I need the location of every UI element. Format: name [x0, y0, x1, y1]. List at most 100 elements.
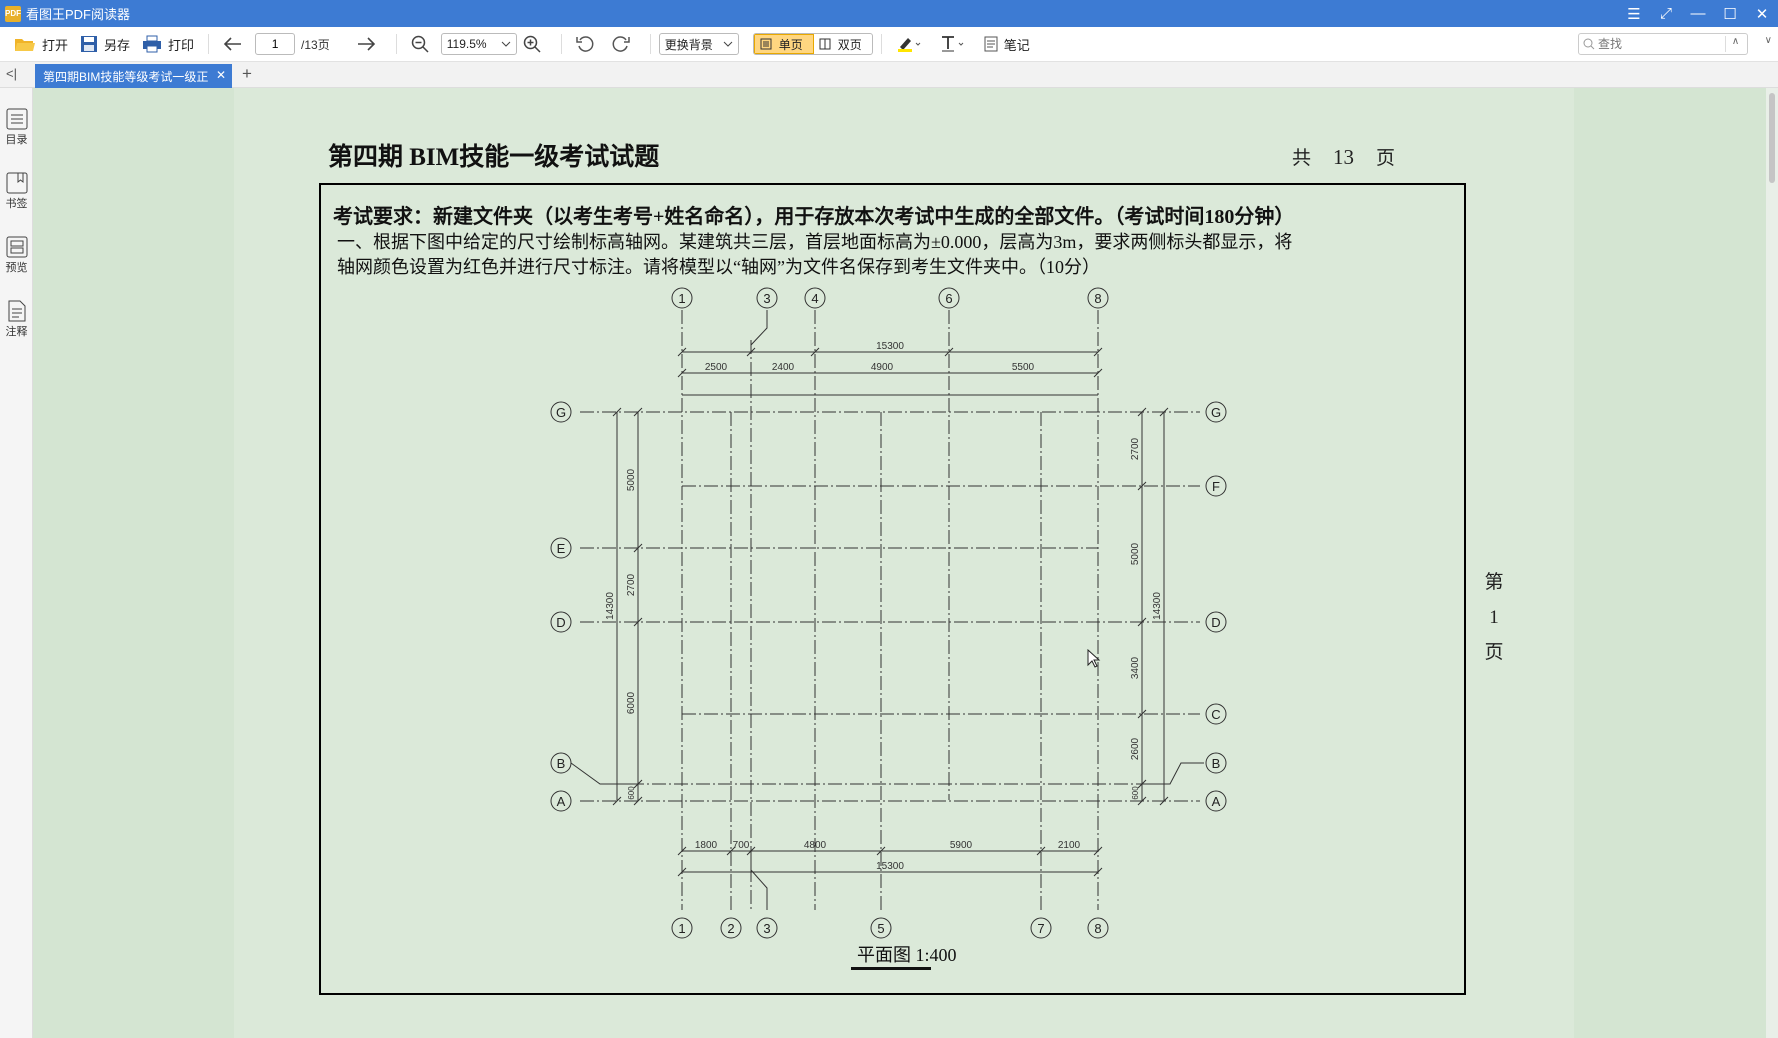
background-label: 更换背景 [664, 37, 713, 52]
highlight-button[interactable] [890, 30, 934, 58]
axis-label: 2 [727, 921, 734, 936]
toolbar-divider [880, 34, 882, 54]
axis-label: G [1211, 405, 1221, 420]
dimension-text: 600 [627, 786, 636, 800]
annotation-icon [8, 300, 25, 322]
toolbar-divider [649, 34, 651, 54]
search-input[interactable] [1598, 37, 1728, 51]
axis-label: 8 [1094, 291, 1101, 306]
sidebar-item-preview[interactable]: 预览 [0, 236, 33, 275]
axis-label: C [1211, 707, 1220, 722]
zoom-out-button[interactable] [405, 30, 441, 58]
dimension-text: 2500 [705, 362, 728, 373]
fullscreen-icon[interactable]: ⤢ [1650, 0, 1682, 27]
dimension-text: 600 [1131, 786, 1140, 800]
text-tool-button[interactable] [934, 30, 978, 58]
sidebar-item-toc[interactable]: 目录 [0, 108, 33, 147]
dimension-text: 2100 [1058, 840, 1081, 851]
single-page-icon [760, 38, 772, 50]
collapse-sidebar-button[interactable]: <| [6, 66, 17, 81]
close-button[interactable]: ✕ [1746, 0, 1778, 27]
list-icon [6, 108, 27, 130]
note-icon [984, 36, 998, 52]
search-prev-button[interactable]: ∧ [1725, 36, 1745, 52]
axis-label: F [1212, 479, 1220, 494]
next-page-button[interactable] [350, 30, 388, 58]
dimension-text: 5900 [950, 840, 973, 851]
menu-icon[interactable]: ☰ [1618, 0, 1650, 27]
save-as-label: 另存 [104, 37, 131, 53]
dimension-text: 15300 [876, 341, 904, 352]
dimension-text: 4800 [804, 840, 827, 851]
single-page-button[interactable]: 单页 [753, 34, 814, 54]
double-page-button[interactable]: 双页 [814, 34, 872, 54]
chevron-down-icon [501, 41, 511, 47]
print-label: 打印 [168, 37, 195, 53]
page-number-input[interactable] [255, 33, 296, 55]
dimension-text: 1800 [695, 840, 718, 851]
rotate-right-button[interactable] [606, 30, 642, 58]
tab-bar: <| 第四期BIM技能等级考试一级正 ✕ + [0, 62, 1778, 88]
title-bar: PDF 看图王PDF阅读器 ☰ ⤢ — ☐ ✕ [0, 0, 1778, 27]
axis-label: D [1211, 615, 1220, 630]
new-tab-button[interactable]: + [242, 64, 252, 84]
axis-label: 4 [811, 291, 818, 306]
floor-plan-drawing: 1 3 4 6 8 1 2 3 5 7 8 G E D B A G F D C … [550, 287, 1227, 939]
axis-label: G [556, 405, 566, 420]
page-number-prefix: 第 [1484, 572, 1504, 593]
printer-icon [143, 35, 162, 53]
axis-label: 6 [945, 291, 952, 306]
caption-underline [851, 967, 931, 970]
app-title: 看图王PDF阅读器 [26, 7, 131, 22]
tab-close-icon[interactable]: ✕ [216, 68, 226, 82]
search-icon [1583, 38, 1595, 50]
note-button[interactable]: 笔记 [978, 30, 1036, 58]
double-page-icon [819, 38, 831, 50]
dimension-text: 14300 [605, 592, 616, 620]
dimension-text: 2700 [1130, 437, 1141, 460]
zoom-in-icon [523, 35, 541, 53]
change-background-select[interactable]: 更换背景 [658, 33, 739, 55]
rotate-left-button[interactable] [570, 30, 606, 58]
sidebar-item-label: 预览 [5, 262, 28, 274]
save-icon [81, 36, 98, 52]
left-axis-bubbles [550, 401, 572, 812]
arrow-left-icon [223, 37, 242, 51]
dimension-text: 700 [733, 840, 750, 851]
highlighter-icon [897, 38, 921, 52]
dimension-text: 5000 [626, 468, 637, 491]
total-number: 13 [1333, 145, 1355, 169]
search-next-button[interactable]: ∨ [1765, 35, 1772, 46]
toolbar-divider [208, 34, 210, 54]
vertical-scrollbar[interactable] [1766, 88, 1778, 1038]
axis-label: A [1212, 794, 1221, 809]
axis-label: 3 [763, 921, 770, 936]
sidebar-item-label: 注释 [5, 326, 28, 338]
rotate-right-icon [612, 36, 630, 52]
scrollbar-thumb[interactable] [1769, 93, 1775, 183]
toolbar-divider [395, 34, 397, 54]
axis-label: 7 [1037, 921, 1044, 936]
preview-icon [6, 236, 27, 258]
right-axis-bubbles [1205, 401, 1227, 812]
axis-label: 1 [678, 291, 685, 306]
zoom-in-button[interactable] [517, 30, 553, 58]
zoom-select[interactable]: 119.5% [440, 33, 517, 55]
minimize-button[interactable]: — [1682, 0, 1714, 27]
toolbar-divider [560, 34, 562, 54]
view-mode-toggle: 单页 双页 [752, 33, 873, 55]
open-button[interactable]: 打开 [8, 30, 74, 58]
maximize-button[interactable]: ☐ [1714, 0, 1746, 27]
total-prefix: 共 [1292, 148, 1312, 169]
tab-document[interactable]: 第四期BIM技能等级考试一级正 ✕ [35, 64, 232, 88]
prev-page-button[interactable] [217, 30, 255, 58]
sidebar-item-bookmarks[interactable]: 书签 [0, 172, 33, 211]
save-as-button[interactable]: 另存 [74, 30, 136, 58]
sidebar-item-annotations[interactable]: 注释 [0, 300, 33, 339]
question-text: 一、根据下图中给定的尺寸绘制标高轴网。某建筑共三层，首层地面标高为±0.000，… [337, 230, 1292, 280]
dimension-text: 5000 [1130, 542, 1141, 565]
page-title: 第四期 BIM技能一级考试试题 [328, 144, 660, 171]
print-button[interactable]: 打印 [136, 30, 200, 58]
chevron-down-icon [723, 41, 733, 47]
search-box: ∧ [1578, 33, 1748, 55]
